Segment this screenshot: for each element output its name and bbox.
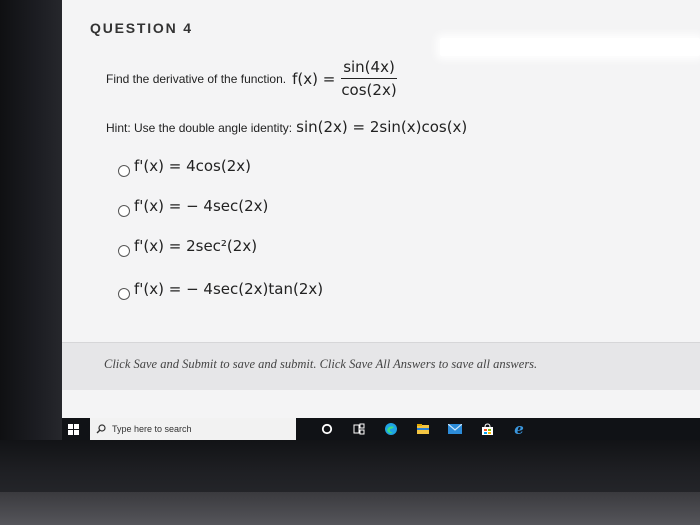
radio-button[interactable] [118, 205, 130, 217]
taskbar-search-box[interactable]: Type here to search [90, 418, 296, 440]
file-explorer-icon[interactable] [412, 418, 434, 440]
edge-legacy-icon[interactable]: e [508, 418, 530, 440]
answer-option-1[interactable]: f'(x) = 4cos(2x) [118, 157, 251, 177]
task-view-icon[interactable] [348, 418, 370, 440]
search-icon [96, 424, 106, 434]
windows-taskbar: Type here to search e [62, 418, 700, 440]
question-title: QUESTION 4 [90, 20, 193, 36]
question-prompt: Find the derivative of the function. [106, 71, 287, 86]
mail-icon[interactable] [444, 418, 466, 440]
hint: Hint: Use the double angle identity: sin… [106, 118, 467, 136]
fraction-numerator: sin(4x) [341, 58, 397, 79]
answer-option-3[interactable]: f'(x) = 2sec²(2x) [118, 237, 258, 257]
answer-option-4[interactable]: f'(x) = − 4sec(2x)tan(2x) [118, 280, 324, 300]
option-label: f'(x) = − 4sec(2x)tan(2x) [134, 280, 324, 298]
search-placeholder: Type here to search [112, 424, 192, 434]
radio-button[interactable] [118, 245, 130, 257]
store-icon[interactable] [476, 418, 498, 440]
hint-label: Hint: Use the double angle identity: [106, 121, 293, 135]
desk-surface [0, 492, 700, 525]
screen-glare [440, 38, 700, 56]
option-label: f'(x) = 2sec²(2x) [134, 237, 258, 255]
fraction-denominator: cos(2x) [341, 81, 397, 99]
option-label: f'(x) = − 4sec(2x) [134, 197, 269, 215]
submit-instructions-bar: Click Save and Submit to save and submit… [62, 342, 700, 390]
cortana-icon[interactable] [316, 418, 338, 440]
radio-button[interactable] [118, 288, 130, 300]
browser-screen: QUESTION 4 Find the derivative of the fu… [62, 0, 700, 418]
function-lhs: f(x) = [292, 69, 336, 88]
option-label: f'(x) = 4cos(2x) [134, 157, 251, 175]
radio-button[interactable] [118, 165, 130, 177]
question-stem: Find the derivative of the function. f(x… [106, 58, 399, 99]
function-fraction: sin(4x) cos(2x) [339, 58, 398, 99]
edge-chromium-icon[interactable] [380, 418, 402, 440]
hint-identity: sin(2x) = 2sin(x)cos(x) [296, 118, 468, 136]
windows-start-icon[interactable] [62, 418, 84, 440]
answer-option-2[interactable]: f'(x) = − 4sec(2x) [118, 197, 269, 217]
submit-instructions: Click Save and Submit to save and submit… [104, 357, 538, 371]
